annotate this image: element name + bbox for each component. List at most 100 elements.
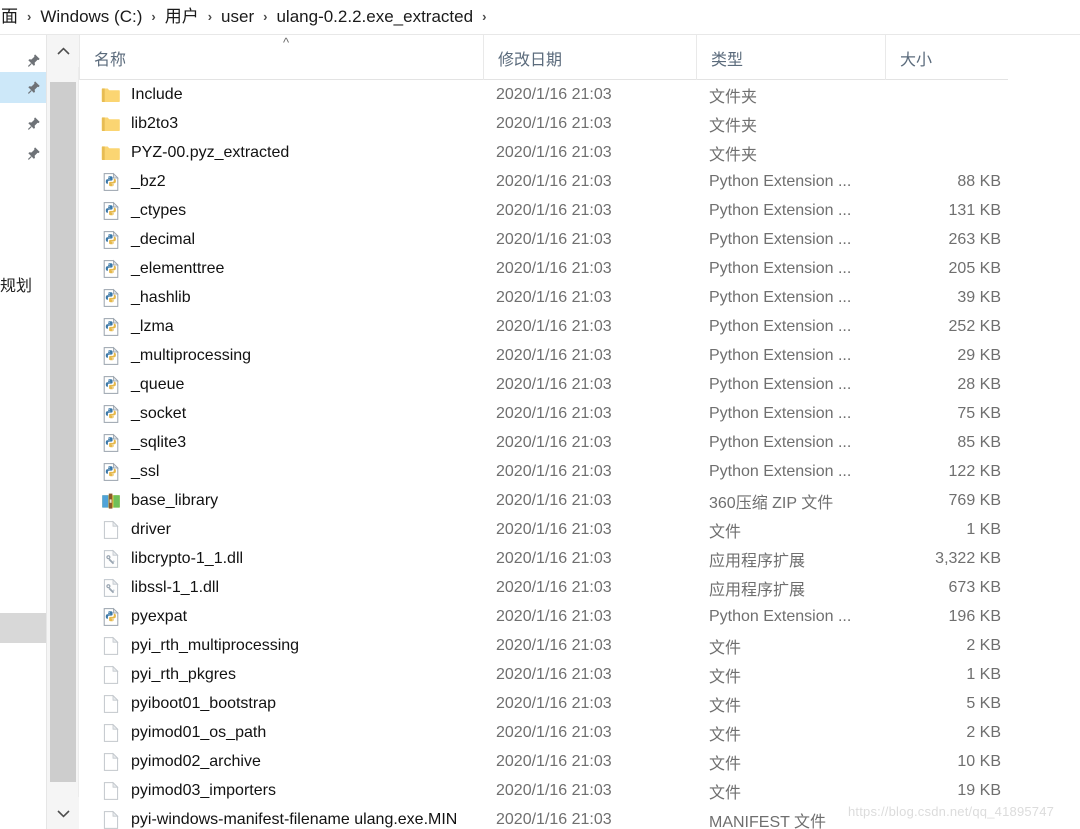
python-extension-icon <box>103 404 119 423</box>
dll-icon <box>103 549 119 568</box>
file-type-cell: Python Extension ... <box>709 230 852 248</box>
blank-file-icon <box>103 636 119 655</box>
file-name-cell[interactable]: pyiboot01_bootstrap <box>79 689 483 718</box>
file-name-label: base_library <box>131 491 219 509</box>
file-name-cell[interactable]: pyi-windows-manifest-filename ulang.exe.… <box>79 805 483 829</box>
table-row[interactable]: _multiprocessing 2020/1/16 21:03 Python Ex… <box>79 341 1080 370</box>
table-row[interactable]: base_library 2020/1/16 21:03 360压缩 ZIP 文件 7… <box>79 486 1080 515</box>
file-list-view[interactable]: ^ 名称 修改日期 类型 大小 Include 2020/1/16 21:03 文件… <box>79 35 1080 829</box>
breadcrumb-item-windows-c[interactable]: Windows (C:) <box>37 0 145 34</box>
table-row[interactable]: _ssl 2020/1/16 21:03 Python Extension ... 1… <box>79 457 1080 486</box>
file-name-cell[interactable]: pyimod01_os_path <box>79 718 483 747</box>
address-bar[interactable]: 面 › Windows (C:) › 用户 › user › ulang-0.2… <box>0 0 1080 35</box>
table-row[interactable]: pyexpat 2020/1/16 21:03 Python Extension .… <box>79 602 1080 631</box>
file-type-cell: Python Extension ... <box>709 172 852 190</box>
file-name-cell[interactable]: _lzma <box>79 312 483 341</box>
table-row[interactable]: _hashlib 2020/1/16 21:03 Python Extension … <box>79 283 1080 312</box>
file-type-cell: Python Extension ... <box>709 317 852 335</box>
file-name-cell[interactable]: _ctypes <box>79 196 483 225</box>
table-row[interactable]: pyi_rth_multiprocessing 2020/1/16 21:03 文件… <box>79 631 1080 660</box>
file-name-cell[interactable]: _bz2 <box>79 167 483 196</box>
file-name-label: driver <box>131 520 172 538</box>
file-name-cell[interactable]: pyi_rth_multiprocessing <box>79 631 483 660</box>
table-row[interactable]: Include 2020/1/16 21:03 文件夹 <box>79 80 1080 109</box>
nav-quick-access-item[interactable] <box>0 138 46 169</box>
breadcrumb-item-user[interactable]: user <box>218 0 257 34</box>
file-name-cell[interactable]: _sqlite3 <box>79 428 483 457</box>
table-row[interactable]: _sqlite3 2020/1/16 21:03 Python Extension … <box>79 428 1080 457</box>
dll-icon <box>103 578 119 597</box>
file-name-cell[interactable]: pyi_rth_pkgres <box>79 660 483 689</box>
column-header-name-label: 名称 <box>94 51 127 69</box>
breadcrumb-item-users[interactable]: 用户 <box>162 0 202 34</box>
table-row[interactable]: _bz2 2020/1/16 21:03 Python Extension ... 8… <box>79 167 1080 196</box>
file-name-label: pyi-windows-manifest-filename ulang.exe.… <box>131 810 458 828</box>
python-extension-icon <box>103 346 119 365</box>
file-name-cell[interactable]: lib2to3 <box>79 109 483 138</box>
table-row[interactable]: pyiboot01_bootstrap 2020/1/16 21:03 文件 5 KB <box>79 689 1080 718</box>
file-name-cell[interactable]: _multiprocessing <box>79 341 483 370</box>
date-modified-cell: 2020/1/16 21:03 <box>496 85 612 103</box>
chevron-down-icon <box>56 809 70 818</box>
table-row[interactable]: lib2to3 2020/1/16 21:03 文件夹 <box>79 109 1080 138</box>
nav-horizontal-scrollbar[interactable] <box>0 613 46 643</box>
table-row[interactable]: libssl-1_1.dll 2020/1/16 21:03 应用程序扩展 673 K… <box>79 573 1080 602</box>
column-header-date-modified[interactable]: 修改日期 <box>483 35 696 80</box>
table-row[interactable]: pyimod03_importers 2020/1/16 21:03 文件 19 KB <box>79 776 1080 805</box>
file-name-cell[interactable]: _queue <box>79 370 483 399</box>
python-extension-icon <box>103 317 119 336</box>
breadcrumb-item-current-folder[interactable]: ulang-0.2.2.exe_extracted <box>273 0 476 34</box>
scrollbar-thumb[interactable] <box>50 82 76 782</box>
blank-file-icon <box>103 694 119 713</box>
column-header-name[interactable]: 名称 <box>79 35 483 80</box>
column-header-type[interactable]: 类型 <box>696 35 885 80</box>
nav-quick-access-item-selected[interactable] <box>0 72 46 103</box>
file-name-label: pyiboot01_bootstrap <box>131 694 276 712</box>
file-name-label: libcrypto-1_1.dll <box>131 549 244 567</box>
file-name-cell[interactable]: base_library <box>79 486 483 515</box>
file-name-cell[interactable]: pyimod03_importers <box>79 776 483 805</box>
file-name-cell[interactable]: Include <box>79 80 483 109</box>
file-name-cell[interactable]: PYZ-00.pyz_extracted <box>79 138 483 167</box>
navigation-pane[interactable]: 规划 <box>0 35 47 829</box>
column-header-size[interactable]: 大小 <box>885 35 1008 80</box>
breadcrumb-leading-clipped[interactable]: 面 <box>0 0 21 34</box>
file-name-cell[interactable]: _elementtree <box>79 254 483 283</box>
file-name-label: _ssl <box>131 462 160 480</box>
vertical-scrollbar[interactable] <box>47 35 79 829</box>
table-row[interactable]: pyi_rth_pkgres 2020/1/16 21:03 文件 1 KB <box>79 660 1080 689</box>
scroll-down-button[interactable] <box>47 797 79 829</box>
table-row[interactable]: _queue 2020/1/16 21:03 Python Extension ..… <box>79 370 1080 399</box>
table-row[interactable]: _socket 2020/1/16 21:03 Python Extension .… <box>79 399 1080 428</box>
file-name-cell[interactable]: pyimod02_archive <box>79 747 483 776</box>
table-row[interactable]: pyimod02_archive 2020/1/16 21:03 文件 10 KB <box>79 747 1080 776</box>
python-extension-icon <box>103 433 119 452</box>
table-row[interactable]: pyimod01_os_path 2020/1/16 21:03 文件 2 KB <box>79 718 1080 747</box>
file-type-cell: Python Extension ... <box>709 259 852 277</box>
table-row[interactable]: _lzma 2020/1/16 21:03 Python Extension ...… <box>79 312 1080 341</box>
file-name-cell[interactable]: libcrypto-1_1.dll <box>79 544 483 573</box>
nav-item-partial-label[interactable]: 规划 <box>0 268 46 299</box>
table-row[interactable]: _elementtree 2020/1/16 21:03 Python Extens… <box>79 254 1080 283</box>
breadcrumb-separator-icon: › <box>263 9 268 24</box>
file-name-cell[interactable]: pyexpat <box>79 602 483 631</box>
file-name-cell[interactable]: driver <box>79 515 483 544</box>
table-row[interactable]: PYZ-00.pyz_extracted 2020/1/16 21:03 文件夹 <box>79 138 1080 167</box>
scroll-up-button[interactable] <box>47 35 79 67</box>
file-name-cell[interactable]: _decimal <box>79 225 483 254</box>
file-size-cell: 196 KB <box>948 607 1001 625</box>
file-name-cell[interactable]: _hashlib <box>79 283 483 312</box>
table-row[interactable]: driver 2020/1/16 21:03 文件 1 KB <box>79 515 1080 544</box>
table-row[interactable]: _ctypes 2020/1/16 21:03 Python Extension .… <box>79 196 1080 225</box>
file-name-cell[interactable]: libssl-1_1.dll <box>79 573 483 602</box>
file-name-cell[interactable]: _socket <box>79 399 483 428</box>
nav-quick-access-item[interactable] <box>0 108 46 139</box>
file-size-cell <box>885 109 1008 138</box>
file-name-cell[interactable]: _ssl <box>79 457 483 486</box>
date-modified-cell: 2020/1/16 21:03 <box>496 781 612 799</box>
file-type-cell: Python Extension ... <box>709 288 852 306</box>
file-name-label: _queue <box>131 375 185 393</box>
file-name-label: lib2to3 <box>131 114 179 132</box>
table-row[interactable]: _decimal 2020/1/16 21:03 Python Extension … <box>79 225 1080 254</box>
table-row[interactable]: libcrypto-1_1.dll 2020/1/16 21:03 应用程序扩展 3,… <box>79 544 1080 573</box>
